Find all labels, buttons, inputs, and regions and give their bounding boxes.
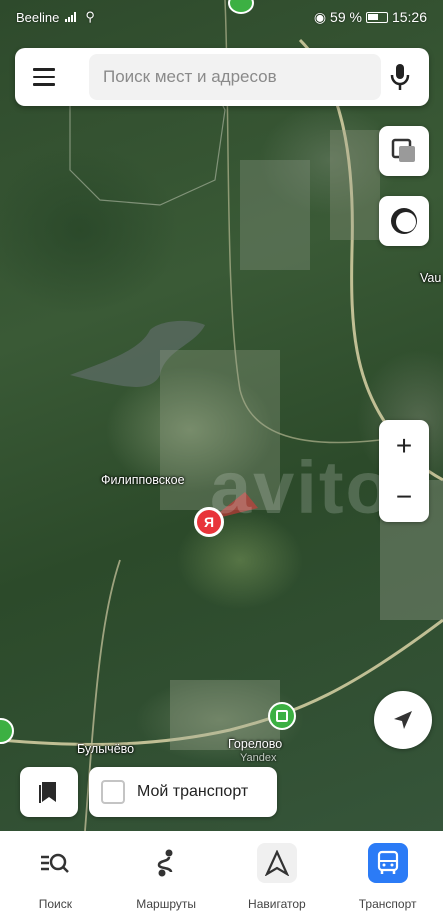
battery-icon bbox=[365, 11, 388, 23]
tab-transport[interactable]: Транспорт bbox=[332, 831, 443, 921]
map-attribution: Yandex bbox=[240, 752, 277, 764]
place-label-bulychevo: Булычёво bbox=[77, 742, 135, 756]
tab-label: Навигатор bbox=[248, 897, 306, 911]
my-transport-label: Мой транспорт bbox=[137, 783, 249, 800]
map-mode-icon bbox=[391, 208, 417, 234]
search-bar: Поиск мест и адресов bbox=[15, 48, 429, 106]
search-placeholder: Поиск мест и адресов bbox=[103, 67, 277, 86]
place-label-filippovskoe: Филипповское bbox=[101, 473, 185, 487]
routes-icon bbox=[146, 843, 186, 883]
bookmarks-button[interactable] bbox=[20, 767, 78, 817]
microphone-icon[interactable] bbox=[385, 62, 415, 92]
zoom-in-button[interactable]: + bbox=[379, 420, 429, 471]
zoom-out-button[interactable]: − bbox=[379, 471, 429, 522]
tab-label: Поиск bbox=[38, 897, 72, 911]
tab-label: Маршруты bbox=[136, 897, 196, 911]
my-transport-toggle[interactable]: Мой транспорт bbox=[89, 767, 277, 817]
place-label-gorelovo: Горелово bbox=[228, 737, 283, 751]
bus-icon bbox=[276, 710, 288, 722]
search-status-icon: ⚲ bbox=[85, 9, 95, 24]
clock: 15:26 bbox=[391, 9, 427, 25]
place-label-vau: Vau bbox=[420, 271, 442, 285]
tab-routes[interactable]: Маршруты bbox=[111, 831, 222, 921]
layers-button[interactable] bbox=[379, 126, 429, 176]
signal-icon bbox=[65, 12, 79, 22]
layers-icon bbox=[391, 138, 415, 162]
tab-navigator[interactable]: Навигатор bbox=[222, 831, 333, 921]
map-mode-button[interactable] bbox=[379, 196, 429, 246]
bookmark-icon bbox=[39, 782, 56, 803]
battery-percent: 59 % bbox=[330, 9, 362, 25]
navigator-icon bbox=[256, 843, 297, 883]
carrier-name: Beeline bbox=[16, 9, 60, 25]
menu-icon[interactable] bbox=[15, 48, 73, 106]
location-icon: ◉ bbox=[313, 8, 327, 25]
zoom-controls: + − bbox=[379, 420, 429, 522]
tab-label: Транспорт bbox=[358, 897, 417, 911]
bus-icon bbox=[367, 843, 408, 883]
avito-watermark: avito bbox=[210, 446, 393, 529]
navigation-arrow-icon bbox=[394, 711, 412, 729]
bottom-tab-bar: Поиск Маршруты Навигатор Транспорт bbox=[0, 831, 443, 921]
tab-search[interactable]: Поиск bbox=[0, 831, 111, 921]
my-location-button[interactable] bbox=[374, 691, 432, 749]
transit-stop-marker[interactable] bbox=[268, 702, 296, 730]
search-list-icon bbox=[35, 843, 75, 883]
my-transport-checkbox[interactable] bbox=[101, 780, 125, 804]
search-input[interactable]: Поиск мест и адресов bbox=[89, 54, 381, 100]
status-bar: Beeline ⚲ ◉ 59 % 15:26 bbox=[0, 0, 443, 34]
